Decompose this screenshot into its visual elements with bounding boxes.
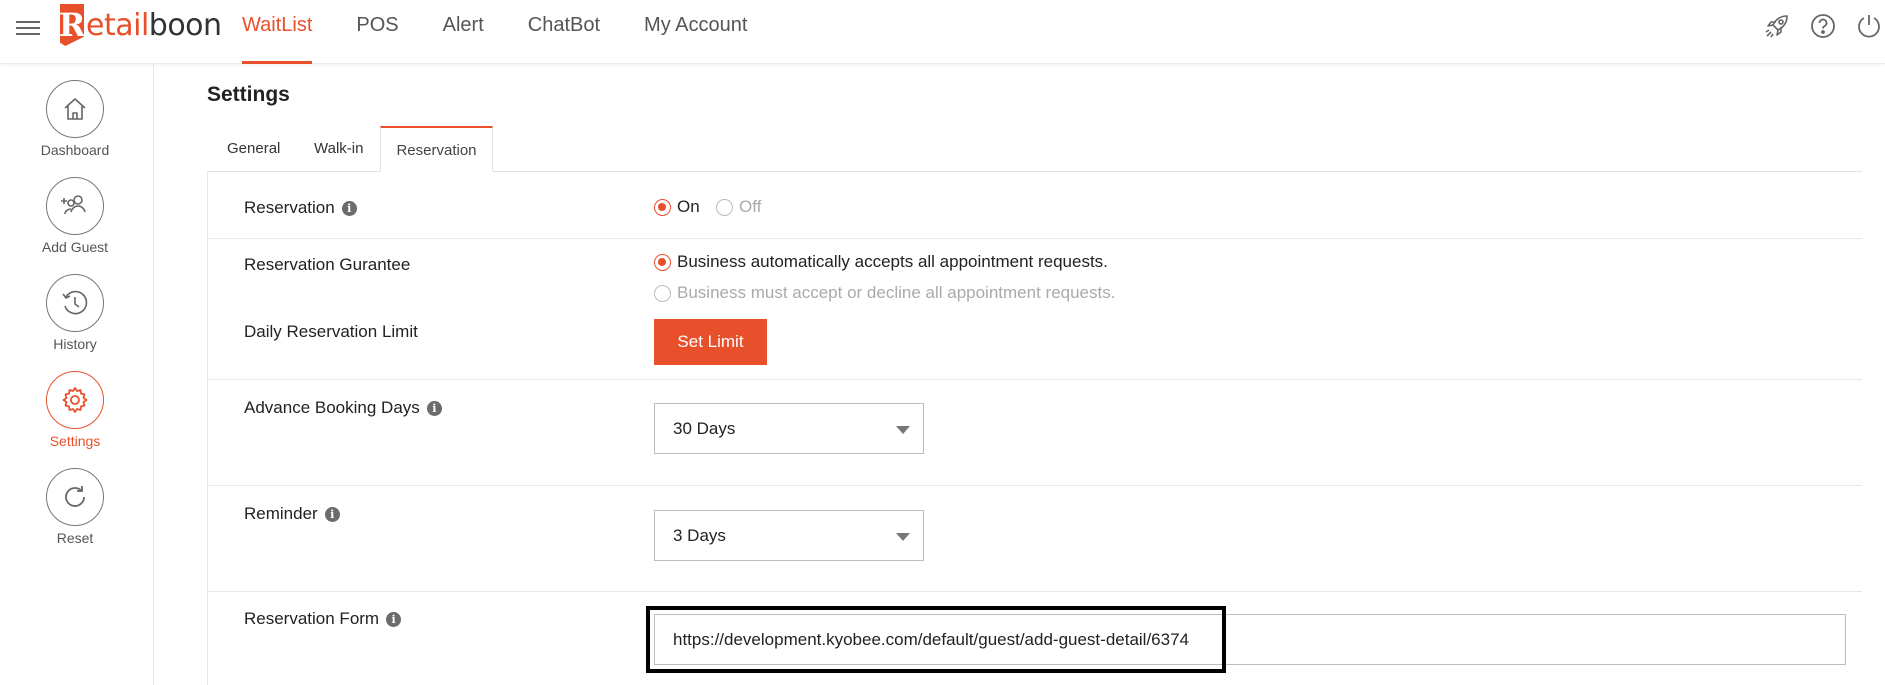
sidebar-item-label: Dashboard (40, 142, 110, 158)
sidebar-item-history[interactable]: History (0, 274, 150, 352)
reservation-guarantee-label: Reservation Gurantee (244, 255, 411, 274)
radio-label: On (677, 197, 700, 216)
tab-reservation[interactable]: Reservation (380, 126, 493, 172)
rocket-icon[interactable] (1761, 10, 1793, 42)
advance-booking-select[interactable]: 30 Days (654, 403, 924, 454)
advance-booking-label: Advance Booking Days (244, 398, 420, 417)
settings-tabs: General Walk-in Reservation (207, 126, 1862, 172)
reservation-on-radio[interactable]: On (654, 197, 700, 217)
info-icon[interactable]: i (386, 611, 402, 627)
reservation-off-radio[interactable]: Off (716, 197, 761, 217)
select-value: 3 Days (673, 525, 726, 545)
top-icons (1747, 10, 1885, 42)
sidebar: Dashboard Add Guest History Settings Res… (0, 64, 154, 685)
sidebar-item-label: History (53, 336, 97, 352)
sidebar-item-label: Add Guest (41, 239, 109, 255)
hamburger-menu-icon[interactable] (16, 17, 40, 39)
reminder-label: Reminder (244, 504, 318, 523)
gear-icon (46, 371, 104, 429)
radio-selected-icon (654, 198, 671, 216)
page-title: Settings (207, 83, 290, 106)
history-icon (46, 274, 104, 332)
power-icon[interactable] (1853, 10, 1885, 42)
divider (208, 238, 1862, 239)
advance-booking-label-row: Advance Booking Days i (244, 398, 442, 418)
sidebar-item-reset[interactable]: Reset (0, 468, 150, 546)
nav-alert[interactable]: Alert (421, 0, 506, 64)
logo-accent-text: etail (86, 7, 149, 43)
add-user-icon (46, 177, 104, 235)
divider (208, 591, 1862, 592)
logo-text: boon (148, 7, 222, 43)
top-navigation: WaitList POS Alert ChatBot My Account (220, 0, 769, 64)
nav-pos[interactable]: POS (334, 0, 420, 64)
reminder-label-row: Reminder i (244, 504, 340, 524)
retailboon-logo[interactable]: Retail boon (60, 2, 222, 48)
reservation-label: Reservation (244, 198, 335, 217)
reservation-form-url-input[interactable] (654, 614, 1846, 665)
divider (208, 485, 1862, 486)
set-limit-button[interactable]: Set Limit (654, 319, 767, 365)
sidebar-item-settings[interactable]: Settings (0, 371, 150, 449)
radio-unselected-icon (716, 198, 733, 216)
home-icon (46, 80, 104, 138)
reservation-form-label-row: Reservation Form i (244, 609, 402, 629)
sidebar-item-label: Settings (49, 433, 101, 449)
chevron-down-icon (896, 533, 910, 541)
radio-label: Business automatically accepts all appoi… (677, 252, 1108, 271)
sidebar-item-dashboard[interactable]: Dashboard (0, 80, 150, 158)
guarantee-auto-accept-radio[interactable]: Business automatically accepts all appoi… (654, 252, 1108, 272)
top-bar: Retail boon WaitList POS Alert ChatBot My… (0, 0, 1885, 64)
nav-chatbot[interactable]: ChatBot (506, 0, 622, 64)
reservation-label-row: Reservation i (244, 198, 357, 218)
divider (208, 379, 1862, 380)
sidebar-item-label: Reset (56, 530, 94, 546)
chevron-down-icon (896, 426, 910, 434)
select-value: 30 Days (673, 418, 736, 438)
help-icon[interactable] (1807, 10, 1839, 42)
radio-selected-icon (654, 253, 671, 271)
info-icon[interactable]: i (426, 400, 442, 416)
info-icon[interactable]: i (324, 506, 340, 522)
reminder-select[interactable]: 3 Days (654, 510, 924, 561)
nav-my-account[interactable]: My Account (622, 0, 769, 64)
radio-label: Business must accept or decline all appo… (677, 283, 1116, 302)
logo-letter: R (58, 4, 86, 46)
reservation-form-label: Reservation Form (244, 609, 380, 628)
tab-walk-in[interactable]: Walk-in (314, 126, 363, 172)
radio-label: Off (739, 197, 762, 216)
reservation-settings-panel: Reservation i On Off Reservation Gurante… (207, 172, 1862, 685)
daily-limit-label: Daily Reservation Limit (244, 322, 418, 341)
sidebar-item-add-guest[interactable]: Add Guest (0, 177, 150, 255)
nav-waitlist[interactable]: WaitList (220, 0, 334, 64)
tab-general[interactable]: General (227, 126, 280, 172)
radio-unselected-icon (654, 284, 671, 302)
refresh-icon (46, 468, 104, 526)
guarantee-manual-accept-radio[interactable]: Business must accept or decline all appo… (654, 283, 1115, 303)
info-icon[interactable]: i (341, 200, 357, 216)
